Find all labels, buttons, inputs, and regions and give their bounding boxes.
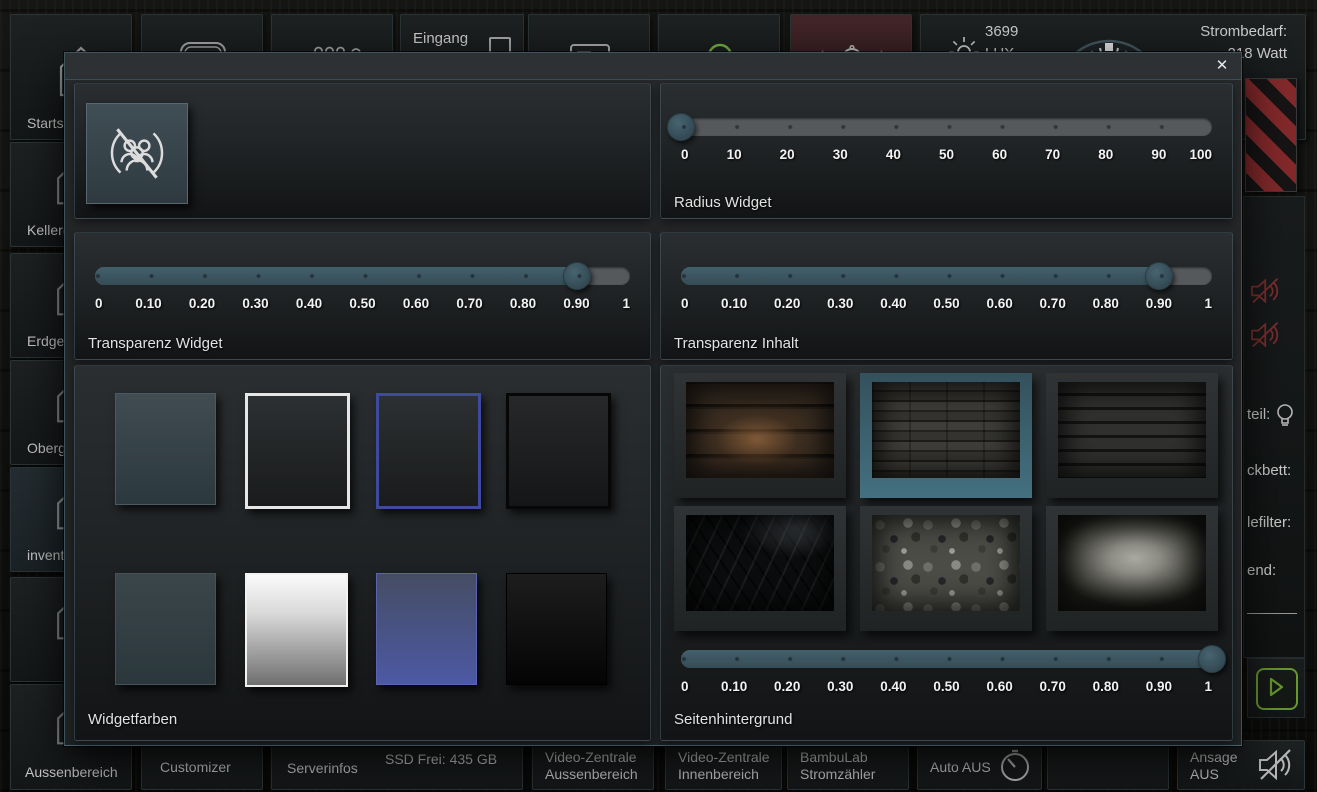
strom-label: Strombedarf: — [1200, 23, 1287, 40]
bottom-tile-customizer[interactable]: Customizer — [141, 740, 263, 790]
right-label-1: teil: — [1247, 406, 1270, 423]
seitenhintergrund-panel: 00.100.200.300.400.500.600.700.800.901 S… — [660, 365, 1233, 741]
radius-slider-handle[interactable] — [667, 113, 695, 141]
bottom-tile-ansage-aus[interactable]: AnsageAUS — [1177, 740, 1305, 790]
people-group-slash-icon — [104, 120, 170, 186]
play-icon — [1258, 670, 1292, 704]
bulb-icon — [1274, 402, 1296, 430]
right-panel-divider — [1247, 613, 1297, 614]
texture-thumbnail — [872, 382, 1020, 478]
radius-slider-track[interactable] — [681, 118, 1212, 136]
radius-widget-panel: 0102030405060708090100 Radius Widget — [660, 83, 1233, 219]
seitenhintergrund-handle[interactable] — [1198, 645, 1226, 673]
texture-thumbnail — [872, 515, 1020, 611]
radius-slider[interactable] — [681, 118, 1212, 136]
bottom-tile-video-aussenbereich[interactable]: Video-ZentraleAussenbereich — [532, 740, 654, 790]
bottom-tile-serverinfos[interactable]: Serverinfos SSD Frei: 435 GB — [271, 740, 523, 790]
transparenz-inhalt-handle[interactable] — [1145, 262, 1173, 290]
bottom-tile-bambulab[interactable]: BambuLabStromzähler — [787, 740, 909, 790]
widgetfarben-panel: Widgetfarben — [74, 365, 651, 741]
texture-thumbnail — [686, 382, 834, 478]
close-button[interactable]: ✕ — [1211, 56, 1233, 76]
timer-icon — [997, 747, 1033, 783]
play-tile — [1247, 658, 1305, 718]
swatch-teal-solid[interactable] — [115, 573, 216, 685]
transparenz-widget-panel: 00.100.200.300.400.500.600.700.800.901 T… — [74, 232, 651, 360]
seitenhintergrund-label: Seitenhintergrund — [674, 711, 792, 728]
texture-dark-wood-warm-glow[interactable] — [674, 373, 846, 498]
lux-value: 3699 — [985, 23, 1018, 40]
tile-label: Video-ZentraleAussenbereich — [545, 749, 638, 783]
texture-gray-wood-planks-selected[interactable] — [860, 373, 1032, 498]
widget-preview-panel — [74, 83, 651, 219]
tile-label: Customizer — [160, 759, 231, 775]
transparenz-inhalt-tick-labels: 00.100.200.300.400.500.600.700.800.901 — [681, 296, 1212, 314]
play-button[interactable] — [1256, 668, 1298, 710]
tile-label: AnsageAUS — [1190, 749, 1237, 783]
right-label-3: lefilter: — [1247, 514, 1291, 531]
swatch-teal-gradient[interactable] — [115, 393, 216, 505]
texture-black-hexagon-tiles[interactable] — [674, 506, 846, 631]
ssd-free-value: SSD Frei: 435 GB — [385, 751, 497, 767]
tile-label: Aussenbereich — [25, 764, 118, 780]
modal-header: ✕ — [65, 53, 1241, 80]
transparenz-inhalt-panel: 00.100.200.300.400.500.600.700.800.901 T… — [660, 232, 1233, 360]
texture-dark-wood-planks[interactable] — [1046, 373, 1218, 498]
swatch-indigo-gradient[interactable] — [376, 573, 477, 685]
speaker-mute-red-icon — [1249, 320, 1285, 350]
speaker-mute-red-icon — [1249, 276, 1285, 306]
texture-thumbnail — [686, 515, 834, 611]
texture-gray-gravel[interactable] — [860, 506, 1032, 631]
transparenz-widget-label: Transparenz Widget — [88, 335, 223, 352]
speaker-mute-icon — [1256, 746, 1296, 784]
transparenz-inhalt-label: Transparenz Inhalt — [674, 335, 799, 352]
transparenz-inhalt-slider[interactable] — [681, 267, 1212, 285]
texture-thumbnail — [1058, 382, 1206, 478]
radius-label: Radius Widget — [674, 194, 772, 211]
radius-tick-labels: 0102030405060708090100 — [681, 147, 1212, 165]
transparenz-widget-slider[interactable] — [95, 267, 630, 285]
seitenhintergrund-track[interactable] — [681, 650, 1212, 668]
transparenz-widget-tick-labels: 00.100.200.300.400.500.600.700.800.901 — [95, 296, 630, 314]
widgetfarben-label: Widgetfarben — [88, 711, 177, 728]
texture-thumbnail — [1058, 515, 1206, 611]
tile-label: Video-ZentraleInnenbereich — [678, 749, 770, 783]
swatch-white-gray-gradient[interactable] — [245, 573, 348, 687]
dashboard-page: Startsei Einganggeschlossen — [0, 0, 1317, 792]
texture-grunge-concrete[interactable] — [1046, 506, 1218, 631]
customizer-modal: ✕ 0102030405060708090100 Radius Widget — [64, 52, 1242, 746]
transparenz-widget-handle[interactable] — [563, 262, 591, 290]
tile-label: Serverinfos — [287, 760, 358, 776]
hazard-stripe-tile — [1245, 78, 1297, 192]
swatch-black[interactable] — [506, 573, 607, 685]
seitenhintergrund-tick-labels: 00.100.200.300.400.500.600.700.800.901 — [681, 679, 1212, 697]
bottom-tile-empty[interactable] — [1047, 740, 1169, 790]
tile-label: Auto AUS — [930, 759, 991, 775]
swatch-dark-white-border[interactable] — [245, 393, 350, 509]
bottom-tile-auto-aus[interactable]: Auto AUS — [917, 740, 1042, 790]
bottom-tile-video-innenbereich[interactable]: Video-ZentraleInnenbereich — [665, 740, 782, 790]
right-label-2: ckbett: — [1247, 462, 1291, 479]
seitenhintergrund-slider[interactable] — [681, 650, 1212, 668]
widget-preview-button[interactable] — [86, 103, 188, 204]
swatch-dark-black-border[interactable] — [506, 393, 611, 509]
transparenz-inhalt-track[interactable] — [681, 267, 1212, 285]
transparenz-widget-track[interactable] — [95, 267, 630, 285]
swatch-dark-blue-border[interactable] — [376, 393, 481, 509]
tile-label: BambuLabStromzähler — [800, 749, 875, 783]
right-label-4: end: — [1247, 562, 1276, 579]
